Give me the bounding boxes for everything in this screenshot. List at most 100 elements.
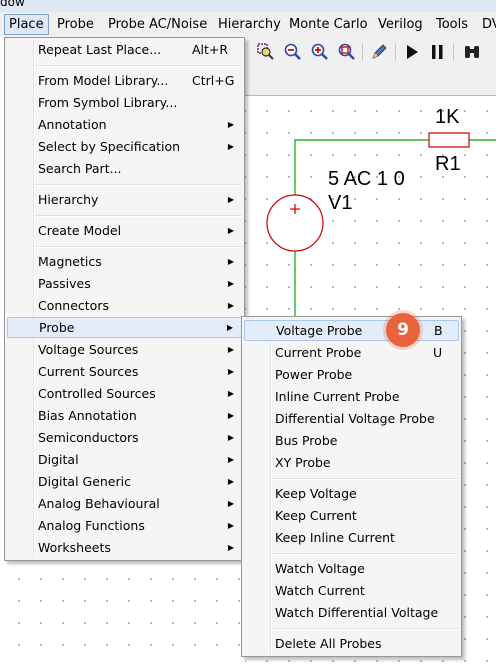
run-icon[interactable] [403, 43, 421, 61]
menu-item-keep-inline-current[interactable]: Keep Inline Current [244, 527, 459, 548]
submenu-arrow-icon: ▶ [226, 323, 233, 332]
menu-item-voltage-sources[interactable]: Voltage Sources ▶ [7, 339, 242, 360]
voltage-source-symbol[interactable] [266, 194, 324, 252]
submenu-arrow-icon: ▶ [227, 301, 234, 310]
menu-item-current-sources[interactable]: Current Sources ▶ [7, 361, 242, 382]
menu-monte-carlo[interactable]: Monte Carlo [285, 15, 372, 34]
source-ref: V1 [328, 192, 353, 214]
menu-item-probe[interactable]: Probe ▶ [7, 317, 242, 338]
menu-item-keep-voltage[interactable]: Keep Voltage [244, 483, 459, 504]
menu-item-bus-probe[interactable]: Bus Probe [244, 430, 459, 451]
toolbar [245, 37, 496, 67]
menu-item-voltage-probe[interactable]: Voltage Probe B [244, 320, 459, 341]
menu-item-watch-voltage[interactable]: Watch Voltage [244, 558, 459, 579]
pause-icon[interactable] [428, 43, 446, 61]
resistor-ref: R1 [435, 153, 461, 175]
menu-item-label: Passives [38, 276, 91, 291]
menu-verilog[interactable]: Verilog [374, 15, 427, 34]
menu-item-label: Select by Specification [38, 139, 181, 154]
menu-item-current-probe[interactable]: Current Probe U [244, 342, 459, 363]
menu-item-from-model-library[interactable]: From Model Library... Ctrl+G [7, 70, 242, 91]
menu-item-magnetics[interactable]: Magnetics ▶ [7, 251, 242, 272]
menu-probe-ac-noise[interactable]: Probe AC/Noise [104, 15, 211, 34]
menu-item-label: Inline Current Probe [275, 389, 400, 404]
menu-item-label: Annotation [38, 117, 107, 132]
submenu-arrow-icon: ▶ [227, 142, 234, 151]
toolbar-separator [395, 43, 396, 61]
source-value: 5 AC 1 0 [328, 168, 405, 190]
zoom-out-icon[interactable] [284, 43, 302, 61]
submenu-arrow-icon: ▶ [227, 543, 234, 552]
binoculars-icon[interactable] [463, 43, 481, 61]
menu-item-label: Semiconductors [38, 430, 139, 445]
menu-item-worksheets[interactable]: Worksheets ▶ [7, 537, 242, 558]
menu-separator [272, 553, 459, 555]
menu-hierarchy[interactable]: Hierarchy [214, 15, 285, 34]
menu-item-annotation[interactable]: Annotation ▶ [7, 114, 242, 135]
submenu-arrow-icon: ▶ [227, 433, 234, 442]
menu-item-inline-current-probe[interactable]: Inline Current Probe [244, 386, 459, 407]
menu-item-label: Differential Voltage Probe [275, 411, 435, 426]
menu-item-label: Bias Annotation [38, 408, 137, 423]
menu-separator [35, 184, 242, 186]
menu-probe[interactable]: Probe [53, 15, 98, 34]
menu-item-watch-current[interactable]: Watch Current [244, 580, 459, 601]
menu-item-digital-generic[interactable]: Digital Generic ▶ [7, 471, 242, 492]
menu-item-repeat-last-place[interactable]: Repeat Last Place... Alt+R [7, 39, 242, 60]
menu-item-bias-annotation[interactable]: Bias Annotation ▶ [7, 405, 242, 426]
submenu-arrow-icon: ▶ [227, 257, 234, 266]
menu-item-xy-probe[interactable]: XY Probe [244, 452, 459, 473]
menu-item-label: Search Part... [38, 161, 122, 176]
menu-item-from-symbol-library[interactable]: From Symbol Library... [7, 92, 242, 113]
menu-item-create-model[interactable]: Create Model ▶ [7, 220, 242, 241]
menu-item-differential-voltage-probe[interactable]: Differential Voltage Probe [244, 408, 459, 429]
zoom-fit-icon[interactable] [338, 43, 356, 61]
menu-separator [35, 246, 242, 248]
menu-tools[interactable]: Tools [432, 15, 472, 34]
zoom-area-icon[interactable] [257, 43, 275, 61]
menu-item-label: Worksheets [38, 540, 111, 555]
pencil-icon[interactable] [370, 43, 388, 61]
probe-submenu: Voltage Probe B Current Probe U Power Pr… [241, 316, 462, 657]
resistor-value: 1K [435, 106, 460, 128]
resistor-symbol[interactable] [428, 132, 470, 148]
menu-item-analog-functions[interactable]: Analog Functions ▶ [7, 515, 242, 536]
submenu-arrow-icon: ▶ [227, 389, 234, 398]
menu-item-label: Current Sources [38, 364, 139, 379]
menu-item-label: Analog Functions [38, 518, 145, 533]
menu-item-hierarchy[interactable]: Hierarchy ▶ [7, 189, 242, 210]
menu-item-power-probe[interactable]: Power Probe [244, 364, 459, 385]
submenu-arrow-icon: ▶ [227, 367, 234, 376]
menu-item-label: Keep Voltage [275, 486, 357, 501]
menu-item-connectors[interactable]: Connectors ▶ [7, 295, 242, 316]
menu-item-shortcut: Ctrl+G [192, 73, 235, 88]
menu-item-search-part[interactable]: Search Part... [7, 158, 242, 179]
menu-item-label: Watch Voltage [275, 561, 365, 576]
menu-item-shortcut: B [434, 323, 443, 338]
menu-item-watch-differential-voltage[interactable]: Watch Differential Voltage [244, 602, 459, 623]
menu-dv[interactable]: DV [478, 15, 496, 34]
submenu-arrow-icon: ▶ [227, 411, 234, 420]
menu-item-shortcut: Alt+R [192, 42, 229, 57]
schematic-canvas-left[interactable] [0, 560, 245, 665]
menu-item-delete-all-probes[interactable]: Delete All Probes [244, 633, 459, 654]
menu-item-label: Controlled Sources [38, 386, 156, 401]
menu-item-passives[interactable]: Passives ▶ [7, 273, 242, 294]
menu-item-select-by-specification[interactable]: Select by Specification ▶ [7, 136, 242, 157]
submenu-arrow-icon: ▶ [227, 195, 234, 204]
menu-item-digital[interactable]: Digital ▶ [7, 449, 242, 470]
menu-separator [35, 215, 242, 217]
menu-item-semiconductors[interactable]: Semiconductors ▶ [7, 427, 242, 448]
menu-item-label: Connectors [38, 298, 109, 313]
menu-item-label: Magnetics [38, 254, 102, 269]
menu-item-label: Delete All Probes [275, 636, 382, 651]
menu-bar: Place Probe Probe AC/Noise Hierarchy Mon… [0, 12, 496, 38]
menu-item-keep-current[interactable]: Keep Current [244, 505, 459, 526]
menu-item-analog-behavioural[interactable]: Analog Behavioural ▶ [7, 493, 242, 514]
menu-place[interactable]: Place [4, 14, 49, 35]
menu-item-label: Analog Behavioural [38, 496, 160, 511]
menu-item-label: Power Probe [275, 367, 353, 382]
menu-item-controlled-sources[interactable]: Controlled Sources ▶ [7, 383, 242, 404]
zoom-in-icon[interactable] [311, 43, 329, 61]
menu-item-label: Digital Generic [38, 474, 131, 489]
